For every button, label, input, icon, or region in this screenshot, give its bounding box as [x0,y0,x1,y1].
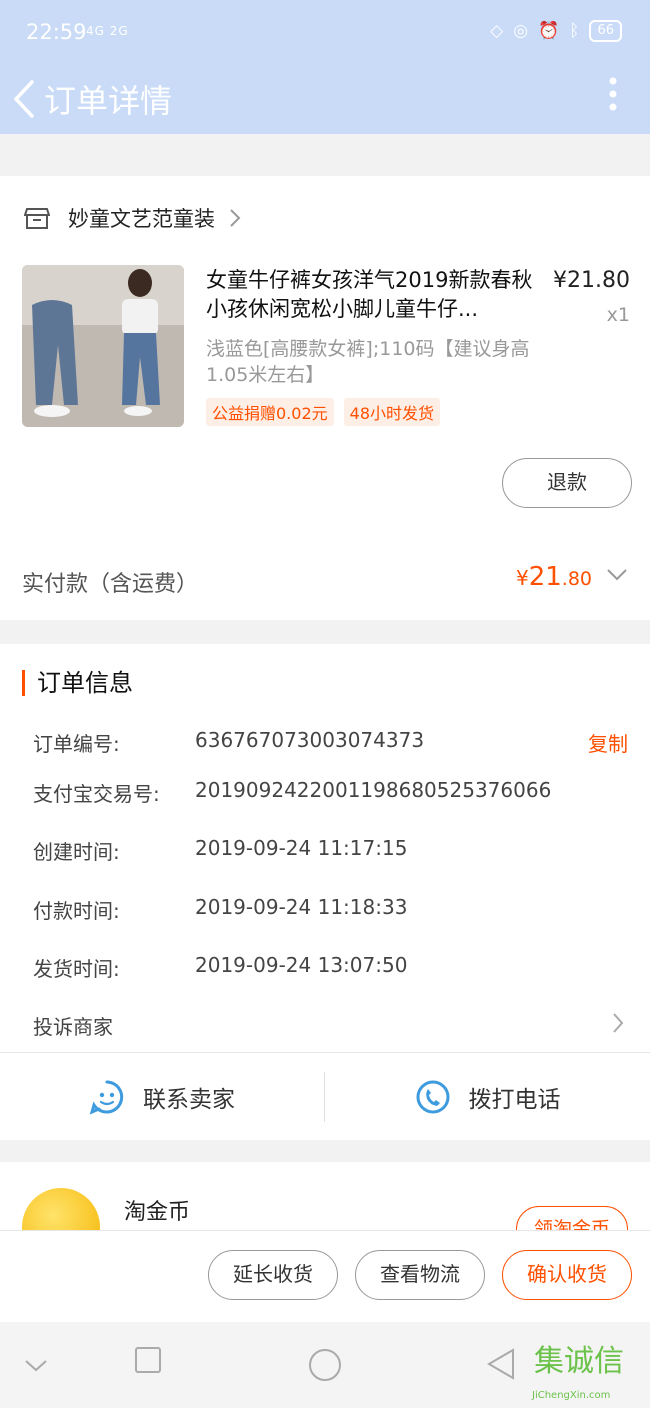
lock-icon: ◎ [513,21,529,41]
order-number-row: 订单编号: 636767073003074373 [33,728,633,756]
coin-title: 淘金币 [124,1200,191,1225]
watermark: 集诚信 JiChengXin.com [528,1336,650,1408]
order-info-card: 订单信息 订单编号: 636767073003074373 复制 支付宝交易号:… [0,644,650,1052]
paid-time-label: 付款时间: [33,899,120,923]
view-logistics-button[interactable]: 查看物流 [355,1250,485,1300]
contact-seller-label: 联系卖家 [143,1087,235,1113]
paid-amount[interactable]: ¥21.80 [516,562,592,592]
tag-donation: 公益捐赠0.02元 [206,398,334,426]
navigation-bar: 订单详情 [0,66,650,134]
more-options-icon[interactable] [606,74,620,114]
extend-receipt-button[interactable]: 延长收货 [208,1250,338,1300]
coin-card: 淘金币 领淘金币 [0,1162,650,1230]
created-time-row: 创建时间: 2019-09-24 11:17:15 [33,836,633,864]
tag-shipping: 48小时发货 [343,398,441,426]
system-navigation-bar: 集诚信 JiChengXin.com [0,1322,650,1408]
product-tags: 公益捐赠0.02元 48小时发货 [206,398,441,426]
nav-back-icon[interactable] [486,1348,516,1380]
nav-recents-icon[interactable] [134,1346,162,1374]
chat-face-icon [89,1080,124,1115]
phone-icon [416,1080,449,1114]
product-sku: 浅蓝色[高腰款女裤];110码【建议身高1.05米左右】 [206,338,530,386]
order-number-value: 636767073003074373 [195,728,425,752]
signal-indicator: 4G 2G [86,24,129,38]
contact-seller-button[interactable]: 联系卖家 [0,1072,325,1122]
product-price: ¥21.80 [553,268,630,293]
paid-time-row: 付款时间: 2019-09-24 11:18:33 [33,895,633,923]
battery-indicator: 66 [589,20,622,42]
confirm-receipt-button[interactable]: 确认收货 [502,1250,632,1300]
created-time-value: 2019-09-24 11:17:15 [195,836,408,860]
store-icon [24,208,50,229]
complain-seller-row[interactable]: 投诉商家 [33,1011,633,1039]
copy-button[interactable]: 复制 [588,728,628,757]
back-arrow-icon[interactable] [10,74,40,124]
created-time-label: 创建时间: [33,840,120,864]
shipped-time-value: 2019-09-24 13:07:50 [195,953,408,977]
bottom-action-bar: 延长收货 查看物流 确认收货 [0,1230,650,1322]
paid-integer: 21 [528,562,562,592]
alipay-trade-label: 支付宝交易号: [33,782,160,806]
watermark-logo: 集诚信 [534,1344,624,1379]
shipped-time-label: 发货时间: [33,957,120,981]
order-info-heading: 订单信息 [22,670,133,696]
shop-name[interactable]: 妙童文艺范童装 [68,203,215,233]
chevron-right-icon [613,1013,624,1033]
paid-amount-label: 实付款（含运费） [22,572,199,597]
product-title[interactable]: 女童牛仔裤女孩洋气2019新款春秋小孩休闲宽松小脚儿童牛仔... [206,266,540,324]
refund-button[interactable]: 退款 [502,458,632,508]
paid-decimal: .80 [561,568,592,590]
paid-time-value: 2019-09-24 11:18:33 [195,895,408,919]
alarm-icon: ⏰ [538,21,560,41]
chevron-right-icon [230,209,241,227]
order-number-label: 订单编号: [33,732,120,756]
product-photo [22,265,184,427]
status-bar: 22:59 4G 2G ◇ ◎ ⏰ ᛒ 66 [0,0,650,66]
bluetooth-icon: ᛒ [569,21,580,41]
chevron-down-icon[interactable] [606,568,628,582]
shipped-time-row: 发货时间: 2019-09-24 13:07:50 [33,953,633,981]
coin-icon [22,1188,100,1230]
product-quantity: x1 [606,304,630,326]
call-phone-button[interactable]: 拨打电话 [325,1053,650,1141]
alipay-trade-row: 支付宝交易号: 2019092422001198680525376066 [33,778,633,806]
order-item-card: 妙童文艺范童装 女童牛仔裤女孩洋气2019新款春秋小孩休闲宽松小脚儿童牛仔...… [0,176,650,620]
page-title: 订单详情 [44,82,173,120]
call-phone-label: 拨打电话 [468,1087,561,1113]
contact-bar: 联系卖家 拨打电话 [0,1052,650,1140]
watermark-url: JiChengXin.com [532,1390,611,1401]
product-image[interactable] [22,265,184,427]
nfc-icon: ◇ [490,21,504,41]
complain-seller-label: 投诉商家 [33,1015,113,1039]
shop-row[interactable]: 妙童文艺范童装 [24,202,241,234]
alipay-trade-value: 2019092422001198680525376066 [195,778,552,802]
paid-currency: ¥ [515,566,529,590]
nav-down-icon[interactable] [24,1358,48,1374]
nav-home-icon[interactable] [308,1348,342,1382]
claim-coin-button[interactable]: 领淘金币 [516,1206,628,1230]
status-time: 22:59 [26,20,87,44]
status-icons: ◇ ◎ ⏰ ᛒ 66 [490,20,622,42]
